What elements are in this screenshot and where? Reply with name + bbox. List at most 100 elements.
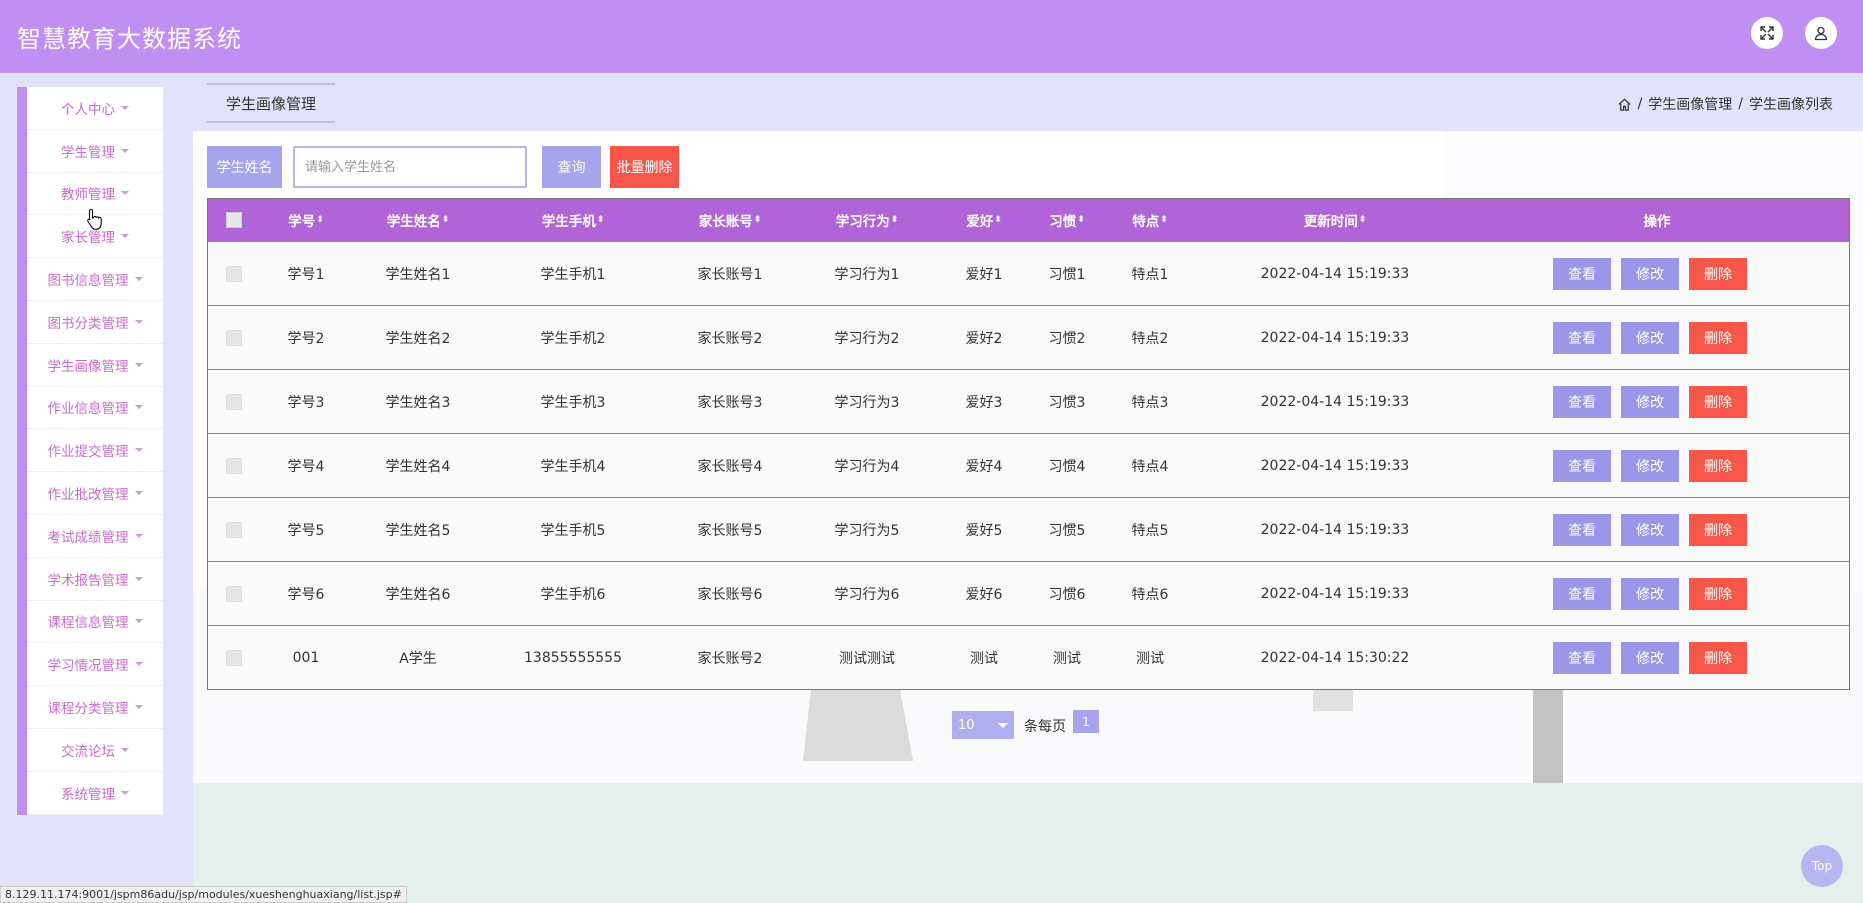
row-checkbox[interactable] [226,329,242,346]
cell-xiguan: 习惯4 [1048,458,1086,475]
edit-button[interactable]: 修改 [1621,321,1679,354]
row-checkbox[interactable] [226,393,242,410]
edit-button[interactable]: 修改 [1621,641,1679,674]
cell-shouji: 学生手机5 [540,522,606,539]
delete-button[interactable]: 删除 [1689,385,1747,418]
row-checkbox[interactable] [226,649,242,666]
sidebar-item-label: 作业信息管理 [47,401,129,418]
query-button[interactable]: 查询 [542,146,601,188]
breadcrumb-level1[interactable]: 学生画像管理 [1648,94,1732,114]
sidebar-item[interactable]: 作业提交管理 [27,429,163,473]
cell-time: 2022-04-14 15:30:22 [1260,649,1410,666]
view-button[interactable]: 查看 [1553,385,1611,418]
cell-xuehao: 学号3 [287,394,325,411]
col-header-jiazhang[interactable]: 家长账号 ⬍ [690,199,770,241]
sidebar-item[interactable]: 课程信息管理 [27,601,163,644]
cell-time: 2022-04-14 15:19:33 [1260,521,1410,538]
edit-button[interactable]: 修改 [1621,513,1679,546]
view-button[interactable]: 查看 [1553,449,1611,482]
row-checkbox[interactable] [226,457,242,474]
col-header-tedian[interactable]: 特点 ⬍ [1120,199,1180,241]
back-to-top-button[interactable]: Top [1801,845,1843,887]
view-button[interactable]: 查看 [1553,641,1611,674]
edit-button[interactable]: 修改 [1621,385,1679,418]
view-button[interactable]: 查看 [1553,577,1611,610]
breadcrumb-sep: / [1637,96,1643,112]
cell-tedian: 特点6 [1131,586,1169,603]
col-header-time[interactable]: 更新时间 ⬍ [1255,199,1415,241]
col-header-xingming[interactable]: 学生姓名 ⬍ [378,199,458,241]
sidebar-item-label: 作业批改管理 [47,487,129,504]
sidebar-item-label: 个人中心 [61,101,115,118]
content-top-strip [193,73,1863,131]
sidebar-item-label: 教师管理 [61,187,115,204]
sidebar-item[interactable]: 系统管理 [27,772,163,815]
col-header-xiguan[interactable]: 习惯 ⬍ [1037,199,1097,241]
cell-jiazhang: 家长账号4 [697,458,763,475]
cell-tedian: 特点2 [1131,330,1169,347]
view-button[interactable]: 查看 [1553,321,1611,354]
sidebar-item[interactable]: 个人中心 [27,87,163,130]
sidebar-item[interactable]: 考试成绩管理 [27,515,163,558]
sort-icon: ⬍ [1358,215,1367,225]
page-size-select[interactable]: 10 [952,711,1014,739]
cell-xingming: A学生 [399,650,437,667]
col-header-shouji[interactable]: 学生手机 ⬍ [533,199,613,241]
row-checkbox[interactable] [226,265,242,282]
sidebar-item[interactable]: 课程分类管理 [27,686,163,729]
sidebar-item[interactable]: 图书分类管理 [27,301,163,344]
caret-down-icon [134,705,143,710]
breadcrumb-sep: / [1738,96,1743,112]
sidebar-item[interactable]: 学生管理 [27,130,163,173]
fullscreen-button[interactable] [1751,17,1783,49]
edit-button[interactable]: 修改 [1621,577,1679,610]
tab-student-profile[interactable]: 学生画像管理 [207,83,335,123]
page-number-button[interactable]: 1 [1073,710,1099,733]
cell-shouji: 学生手机3 [540,394,606,411]
cell-aihao: 爱好5 [965,522,1003,539]
expand-icon [1760,26,1774,40]
user-icon [1814,26,1828,41]
sidebar-item[interactable]: 交流论坛 [27,729,163,772]
caret-down-icon [121,790,129,795]
cell-xingming: 学生姓名5 [385,522,451,539]
batch-delete-button[interactable]: 批量删除 [610,146,679,188]
cell-jiazhang: 家长账号5 [697,522,763,539]
table-row: 001 A学生 13855555555 家长账号2 测试测试 测试 测试 测试 2022-04-… [208,625,1849,689]
row-checkbox[interactable] [226,521,242,538]
caret-down-icon [134,533,143,538]
delete-button[interactable]: 删除 [1689,513,1747,546]
delete-button[interactable]: 删除 [1689,257,1747,290]
view-button[interactable]: 查看 [1553,257,1611,290]
row-checkbox[interactable] [226,585,242,602]
table-row: 学号5 学生姓名5 学生手机5 家长账号5 学习行为5 爱好5 习惯5 特点5 2022-04-… [208,497,1849,561]
cell-time: 2022-04-14 15:19:33 [1260,265,1410,282]
home-icon[interactable] [1617,97,1632,112]
search-input[interactable] [293,146,527,188]
caret-down-icon [121,747,129,752]
delete-button[interactable]: 删除 [1689,641,1747,674]
user-button[interactable] [1805,17,1837,49]
sidebar-item[interactable]: 图书信息管理 [27,258,163,301]
sidebar-item[interactable]: 作业批改管理 [27,472,163,515]
sidebar-item[interactable]: 学习情况管理 [27,643,163,687]
col-header-xuehao[interactable]: 学号 ⬍ [276,199,336,241]
col-header-aihao[interactable]: 爱好 ⬍ [954,199,1014,241]
cell-xiguan: 习惯1 [1048,266,1086,283]
edit-button[interactable]: 修改 [1621,449,1679,482]
sidebar-item[interactable]: 学生画像管理 [27,344,163,387]
edit-button[interactable]: 修改 [1621,257,1679,290]
delete-button[interactable]: 删除 [1689,577,1747,610]
cell-aihao: 爱好4 [965,458,1003,475]
cell-xingwei: 测试测试 [839,650,895,667]
sidebar-item[interactable]: 学术报告管理 [27,558,163,601]
sidebar-item[interactable]: 作业信息管理 [27,387,163,430]
cell-xuehao: 001 [292,649,320,666]
cell-tedian: 特点1 [1131,266,1169,283]
view-button[interactable]: 查看 [1553,513,1611,546]
delete-button[interactable]: 删除 [1689,321,1747,354]
delete-button[interactable]: 删除 [1689,449,1747,482]
select-all-checkbox[interactable] [226,212,242,228]
col-header-xingwei[interactable]: 学习行为 ⬍ [822,199,912,241]
cell-xuehao: 学号6 [287,586,325,603]
